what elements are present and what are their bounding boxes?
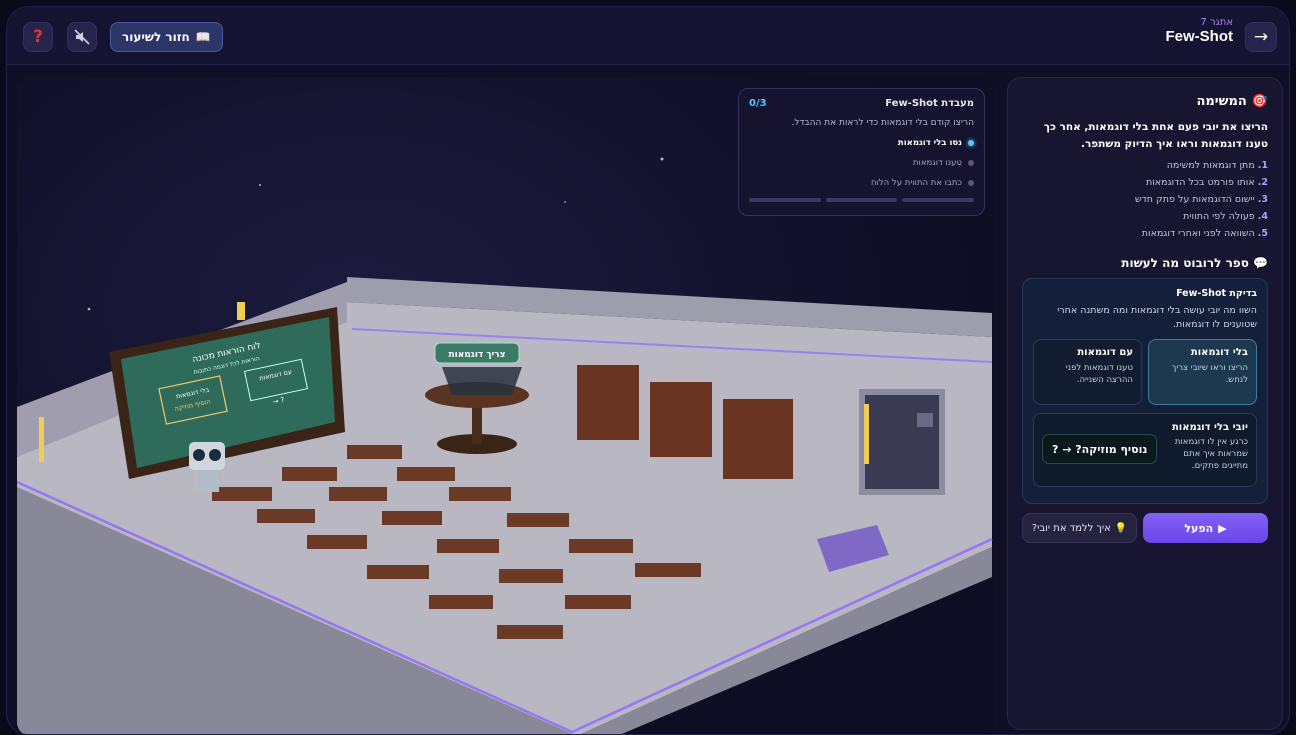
arrow-right-icon: → bbox=[1253, 27, 1269, 47]
how-to-teach-button[interactable]: 💡 איך ללמד את יובי? bbox=[1022, 513, 1137, 543]
step-dot-icon bbox=[968, 160, 974, 166]
lab-step: נסו בלי דוגמאות bbox=[749, 138, 974, 148]
card-title: בדיקת Few-Shot bbox=[1176, 288, 1257, 299]
option-text: הריצו וראו שיובי צריך לנחש. bbox=[1171, 363, 1248, 385]
option-title: עם דוגמאות bbox=[1077, 347, 1133, 358]
robot-status-box: יובי בלי דוגמאות כרגע אין לו דוגמאות שמר… bbox=[1033, 413, 1257, 487]
mission-step: 4. פעולה לפי התווית bbox=[1183, 211, 1268, 222]
mission-steps: 1. מתן דוגמאות למשימה 2. אותו פורמט בכל … bbox=[1022, 160, 1268, 239]
exit-arrow-button[interactable]: → bbox=[1245, 22, 1277, 52]
tell-robot-heading: 💬 ספר לרובוט מה לעשות bbox=[1121, 256, 1268, 270]
mission-step: 1. מתן דוגמאות למשימה bbox=[1166, 160, 1268, 171]
mission-step: 5. השוואה לפני ואחרי דוגמאות bbox=[1141, 228, 1268, 239]
mute-button[interactable] bbox=[67, 22, 97, 52]
play-icon: ▶ bbox=[1218, 521, 1227, 535]
option-with-examples[interactable]: עם דוגמאות טענו דוגמאות לפני ההרצה השניי… bbox=[1033, 339, 1142, 405]
help-button[interactable]: ? bbox=[23, 22, 53, 52]
option-without-examples[interactable]: בלי דוגמאות הריצו וראו שיובי צריך לנחש. bbox=[1148, 339, 1257, 405]
robot-status-title: יובי בלי דוגמאות bbox=[1171, 422, 1248, 433]
mission-text: הריצו את יובי פעם אחת בלי דוגמאות, אחר כ… bbox=[1043, 121, 1268, 150]
book-icon: 📖 bbox=[195, 30, 211, 44]
challenge-title: אתגר 7 Few-Shot bbox=[1166, 17, 1234, 45]
app-frame: ? 📖 חזור לשיעור אתגר 7 Few-Shot → לוח הו… bbox=[6, 6, 1290, 735]
mission-heading: 🎯 המשימה bbox=[1196, 94, 1268, 109]
robot-output: נוסיף מוזיקה? → ? bbox=[1042, 434, 1158, 464]
lightbulb-icon: 💡 bbox=[1114, 522, 1128, 534]
lab-counter: 0/3 bbox=[749, 98, 767, 109]
mission-step: 3. יישום הדוגמאות על פתק חדש bbox=[1134, 194, 1268, 205]
lab-step: כתבו את התווית על הלוח bbox=[749, 178, 974, 188]
option-text: טענו דוגמאות לפני ההרצה השנייה. bbox=[1065, 363, 1133, 385]
back-to-lesson-button[interactable]: 📖 חזור לשיעור bbox=[110, 22, 223, 52]
mission-panel: 🎯 המשימה הריצו את יובי פעם אחת בלי דוגמאו… bbox=[1007, 77, 1283, 730]
option-title: בלי דוגמאות bbox=[1190, 347, 1248, 358]
locked-door bbox=[859, 389, 945, 495]
robot-status-text: כרגע אין לו דוגמאות שמראות איך אתם מתייג… bbox=[1174, 437, 1248, 471]
lab-description: הריצו קודם בלי דוגמאות כדי לראות את ההבד… bbox=[791, 118, 974, 128]
target-icon: 🎯 bbox=[1251, 94, 1268, 109]
step-dot-icon bbox=[968, 140, 974, 146]
lab-step: טענו דוגמאות bbox=[749, 158, 974, 168]
lab-title: מעבדת Few-Shot bbox=[885, 98, 974, 109]
chapter-label: אתגר 7 bbox=[1200, 17, 1233, 28]
step-dot-icon bbox=[968, 180, 974, 186]
classroom-scene[interactable]: לוח הוראות מכונה הוראות לכל דוגמה כתובות… bbox=[17, 77, 994, 734]
card-text: השוו מה יובי עושה בלי דוגמאות ומה משתנה … bbox=[1057, 305, 1257, 330]
speaker-muted-icon bbox=[74, 29, 90, 45]
mission-step: 2. אותו פורמט בכל הדוגמאות bbox=[1145, 177, 1268, 188]
lock-icon bbox=[917, 413, 933, 427]
lab-overlay: מעבדת Few-Shot 0/3 הריצו קודם בלי דוגמאו… bbox=[738, 88, 985, 216]
help-icon: ? bbox=[33, 27, 43, 47]
svg-text:צריך דוגמאות: צריך דוגמאות bbox=[449, 350, 506, 360]
back-to-lesson-label: חזור לשיעור bbox=[122, 30, 190, 44]
page-title: Few-Shot bbox=[1165, 28, 1234, 45]
few-shot-card: בדיקת Few-Shot השוו מה יובי עושה בלי דוג… bbox=[1022, 278, 1268, 504]
speech-bubble-icon: 💬 bbox=[1253, 256, 1268, 270]
run-button[interactable]: ▶ הפעל bbox=[1143, 513, 1268, 543]
lab-progress-bars bbox=[748, 198, 974, 202]
top-bar: ? 📖 חזור לשיעור אתגר 7 Few-Shot → bbox=[7, 7, 1289, 65]
